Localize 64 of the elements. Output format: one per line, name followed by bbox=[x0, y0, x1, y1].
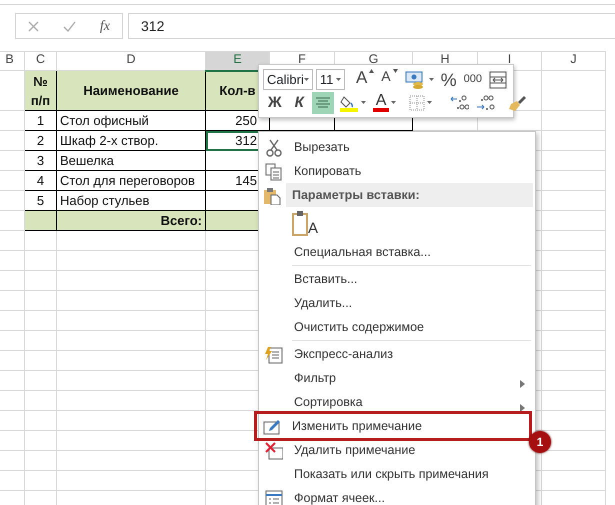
header-cell: Наименование bbox=[56, 70, 206, 110]
scissors-icon bbox=[265, 138, 283, 157]
wrap-text-button[interactable] bbox=[487, 68, 509, 90]
column-header[interactable]: H bbox=[440, 52, 450, 66]
submenu-arrow-icon bbox=[520, 404, 525, 412]
align-center-button[interactable] bbox=[312, 92, 334, 114]
clipboard-icon bbox=[263, 186, 281, 205]
increase-decimal-icon bbox=[449, 94, 470, 112]
menu-item[interactable]: Изменить примечание bbox=[257, 414, 529, 438]
column-header[interactable]: J bbox=[570, 52, 577, 66]
table-cell: 1 bbox=[24, 110, 56, 130]
font-color-button[interactable]: A bbox=[370, 92, 398, 114]
column-header[interactable]: D bbox=[126, 52, 136, 66]
menu-item[interactable]: Сортировка bbox=[261, 390, 533, 414]
note-delete-icon bbox=[265, 442, 283, 460]
percent-button[interactable]: % bbox=[438, 68, 459, 90]
column-header[interactable]: F bbox=[298, 52, 306, 66]
menu-item[interactable]: Специальная вставка... bbox=[261, 240, 533, 264]
column-header[interactable]: G bbox=[368, 52, 378, 66]
accounting-format-button[interactable] bbox=[402, 68, 436, 90]
note-edit-icon bbox=[263, 418, 281, 436]
italic-button[interactable]: К bbox=[290, 92, 309, 114]
menu-item[interactable]: Очистить содержимое bbox=[261, 315, 533, 339]
borders-icon bbox=[409, 94, 426, 110]
increase-font-button[interactable]: A bbox=[354, 68, 376, 90]
font-size-field[interactable]: 11 bbox=[316, 69, 345, 90]
menu-item[interactable]: Показать или скрыть примечания bbox=[261, 462, 533, 486]
table-cell: Шкаф 2-х створ. bbox=[56, 130, 206, 150]
caret-icon bbox=[360, 101, 366, 104]
insert-function-button[interactable]: fx bbox=[100, 16, 110, 36]
table-cell: 2 bbox=[24, 130, 56, 150]
caret-icon bbox=[392, 68, 398, 72]
formula-input[interactable]: 312 bbox=[128, 13, 615, 39]
menu-item[interactable]: Экспресс-анализ bbox=[261, 342, 533, 366]
check-icon[interactable] bbox=[62, 20, 76, 32]
menu-item[interactable]: Фильтр bbox=[261, 366, 533, 390]
menu-item[interactable]: Удалить... bbox=[261, 291, 533, 315]
column-header[interactable]: E bbox=[233, 52, 242, 66]
caret-icon bbox=[427, 101, 432, 104]
table-cell: 3 bbox=[24, 150, 56, 170]
total-label: Всего: bbox=[56, 210, 206, 230]
submenu-arrow-icon bbox=[520, 380, 525, 388]
table-cell: Стол для переговоров bbox=[56, 170, 206, 190]
thousands-separator-button[interactable]: 000 bbox=[462, 68, 484, 90]
menu-item[interactable]: Формат ячеек... bbox=[261, 486, 533, 505]
decrease-decimal-icon bbox=[476, 94, 496, 112]
column-header[interactable]: I bbox=[508, 52, 512, 66]
align-center-icon bbox=[314, 96, 331, 110]
table-cell: Стол офисный bbox=[56, 110, 206, 130]
header-cell: № п/п bbox=[24, 70, 56, 110]
caret-icon bbox=[369, 68, 374, 72]
paint-bucket-icon bbox=[338, 94, 359, 112]
quick-analysis-icon bbox=[265, 346, 283, 364]
table-cell: Вешелка bbox=[56, 150, 206, 170]
table-cell: 4 bbox=[24, 170, 56, 190]
menu-item[interactable]: Вставить... bbox=[261, 267, 533, 291]
caret-icon bbox=[391, 101, 396, 104]
decrease-font-button[interactable]: A bbox=[379, 68, 400, 90]
copy-icon bbox=[265, 162, 283, 181]
brush-icon bbox=[507, 94, 528, 112]
caret-icon bbox=[304, 78, 309, 81]
wrap-text-icon bbox=[489, 70, 507, 88]
caret-icon bbox=[428, 78, 434, 81]
caret-icon bbox=[336, 78, 341, 81]
